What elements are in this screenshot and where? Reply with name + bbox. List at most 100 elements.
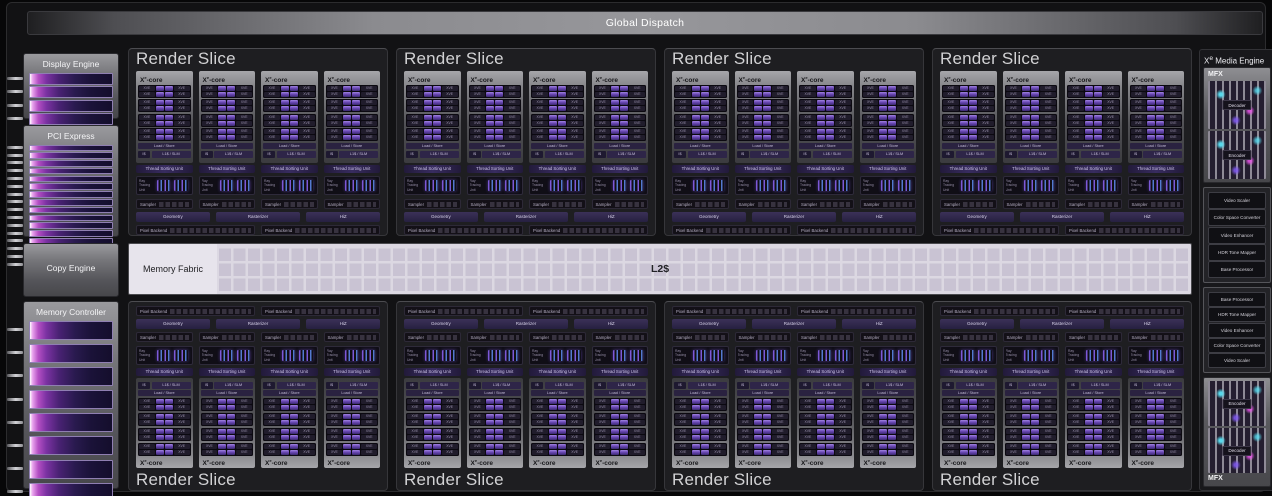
xve-unit: XVE [1165,414,1181,419]
xmx-unit [549,435,557,440]
ray-tracing-glow-pattern [1149,350,1162,361]
instruction-cache: I$ [862,151,874,158]
xe-core-label-part: -core [1076,77,1092,84]
xve-row: XVEXVE [1068,129,1119,134]
xve-row: XVEXVE [407,399,458,404]
render-slice: Pixel BackendPixel BackendGeometryRaster… [932,301,1192,491]
xve-unit: XVE [835,121,851,126]
l1-slm-cache: L1$ / SLM [152,382,191,389]
die-outline: Global Dispatch Display EnginePCI Expres… [6,2,1266,492]
xve-group: XVEXVEXVEXVE [862,99,915,112]
xmx-unit [701,450,709,455]
xve-unit: XVE [675,100,691,105]
xve-group: XVEXVEXVEXVE [406,413,459,426]
xmx-unit [227,121,235,126]
xmx-unit [969,435,977,440]
xve-row: XVEXVE [595,450,646,455]
xve-group: XVEXVEXVEXVE [799,413,852,426]
xmx-unit [620,399,628,404]
xve-unit: XVE [407,115,423,120]
xve-unit: XVE [442,115,458,120]
xmx-unit [1022,121,1030,126]
xve-unit: XVE [264,399,280,404]
xmx-unit [1094,115,1102,120]
xve-unit: XVE [567,405,583,410]
xve-unit: XVE [567,414,583,419]
xve-unit: XVE [264,135,280,140]
xmx-unit [960,420,968,425]
sampler-label: Sampler [1007,202,1023,207]
xmx-unit [486,435,494,440]
xve-unit: XVE [361,429,377,434]
xve-unit: XVE [1131,435,1147,440]
xmx-unit [1085,435,1093,440]
xve-unit: XVE [1165,106,1181,111]
xe-core-label: Xe-core [263,456,316,466]
xmx-unit [1156,121,1164,126]
xmx-unit [218,86,226,91]
xve-unit: XVE [897,429,913,434]
sampler-label: Sampler [328,335,344,340]
load-store-bar: Load / Store [406,390,459,396]
xmx-unit [701,435,709,440]
xve-group: XVEXVEXVEXVE [469,428,522,441]
thread-sorting-row: Thread Sorting UnitThread Sorting UnitTh… [672,368,916,376]
xve-unit: XVE [1103,129,1119,134]
xve-unit: XVE [361,135,377,140]
sampler-label: Sampler [265,202,281,207]
xmx-unit [620,92,628,97]
ray-tracing-unit: Ray Tracing Unit [404,176,461,195]
xve-row: XVEXVE [738,399,789,404]
xve-unit: XVE [943,92,959,97]
xve-unit: XVE [772,86,788,91]
xmx-unit [1147,405,1155,410]
xve-row: XVEXVE [470,121,521,126]
xve-unit: XVE [1006,414,1022,419]
xmx-unit [352,414,360,419]
xve-unit: XVE [1006,121,1022,126]
xve-row: XVEXVE [1006,115,1057,120]
xmx-unit [960,450,968,455]
xve-unit: XVE [174,399,190,404]
pixel-backend-ticks [563,309,644,314]
sampler-ticks [820,335,849,340]
xve-unit: XVE [1040,106,1056,111]
render-slice-title: Render Slice [136,49,380,69]
xmx-unit [1156,435,1164,440]
xve-row: XVEXVE [532,405,583,410]
cache-row: I$L1$ / SLM [263,151,316,158]
xve-unit: XVE [264,405,280,410]
xmx-unit [281,450,289,455]
xmx-unit [611,450,619,455]
xve-unit: XVE [863,92,879,97]
xve-row: XVEXVE [595,86,646,91]
xmx-unit [701,121,709,126]
xve-row: XVEXVE [800,429,851,434]
xmx-unit [817,405,825,410]
xve-unit: XVE [943,115,959,120]
xve-unit: XVE [174,92,190,97]
ray-tracing-glow-pattern [488,180,501,191]
xmx-unit [1031,450,1039,455]
geometry-block: Geometry [404,319,478,329]
xmx-unit [549,92,557,97]
xve-unit: XVE [327,106,343,111]
xve-group: XVEXVEXVEXVE [942,413,995,426]
xve-group: XVEXVEXVEXVE [1005,99,1058,112]
xve-row: XVEXVE [1006,86,1057,91]
xmx-unit [701,414,709,419]
xve-unit: XVE [327,450,343,455]
xmx-unit [1085,115,1093,120]
xve-row: XVEXVE [407,121,458,126]
xmx-unit [1022,86,1030,91]
xve-unit: XVE [863,86,879,91]
ray-tracing-unit-label: Ray Tracing Unit [863,179,879,192]
xmx-unit [218,450,226,455]
instruction-cache: I$ [138,151,150,158]
hiz-block: HiZ [1110,212,1184,222]
xve-group: XVEXVEXVEXVE [799,398,852,411]
sampler-label: Sampler [801,335,817,340]
l1-slm-cache: L1$ / SLM [214,382,253,389]
ray-tracing-glow-pattern [978,180,991,191]
thread-sorting-row: Thread Sorting UnitThread Sorting UnitTh… [404,165,648,173]
